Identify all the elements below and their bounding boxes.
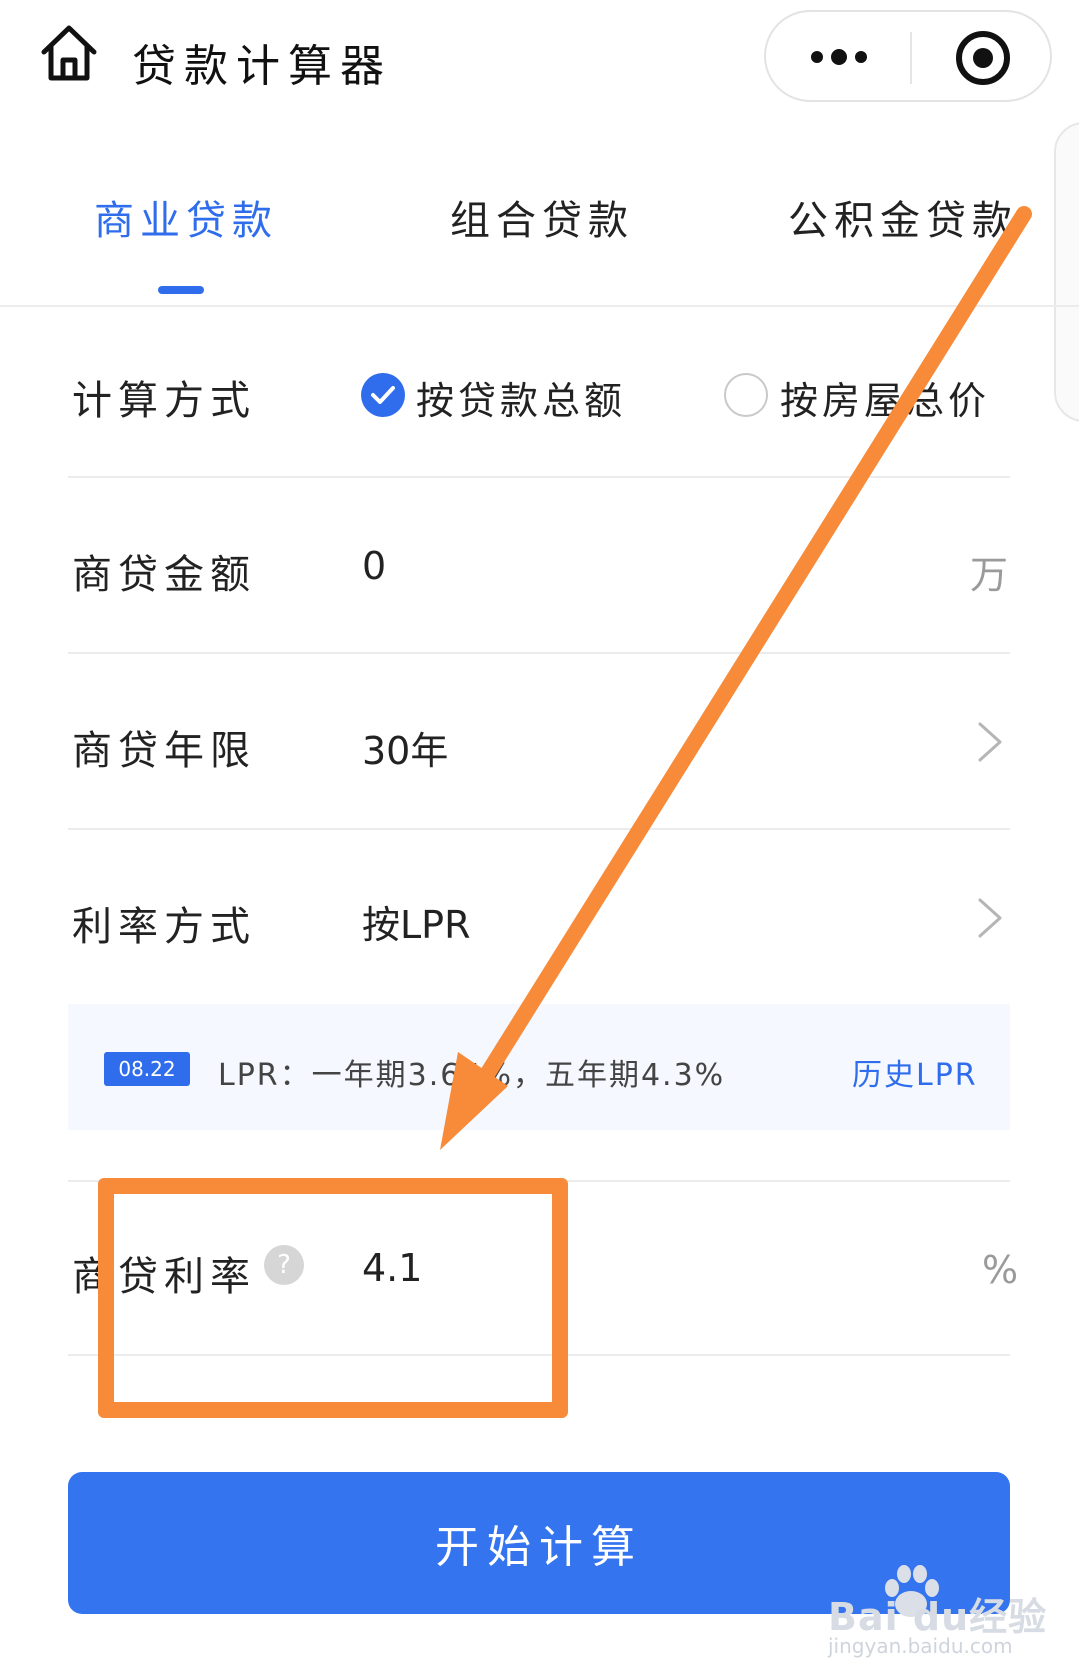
chevron-right-icon[interactable] [972,720,1006,764]
rate-mode-select[interactable]: 按LPR [362,894,471,949]
annotation-highlight-box [98,1178,568,1418]
radio-by-loan-total[interactable] [361,373,405,417]
rate-mode-label: 利率方式 [72,904,256,950]
loan-term-label: 商贷年限 [72,728,256,774]
more-dots-icon[interactable] [809,42,869,72]
annotation-arrow [440,206,1032,1150]
row-divider [68,828,1010,830]
tabs-divider [0,305,1079,307]
loan-amount-input[interactable]: 0 [362,544,386,588]
lpr-info-box: 08.22 LPR：一年期3.65%，五年期4.3% 历史LPR [68,1004,1010,1130]
option-by-house-price[interactable]: 按房屋总价 [780,370,990,425]
calc-method-label: 计算方式 [72,378,256,424]
loan-amount-label: 商贷金额 [72,552,256,598]
lpr-rates-text: LPR：一年期3.65%，五年期4.3% [218,1058,726,1093]
watermark-url: jingyan.baidu.com [828,1634,1013,1658]
edge-floating-panel [1054,122,1079,422]
lpr-date-badge: 08.22 [104,1052,190,1086]
capsule-divider [910,32,912,84]
row-divider [68,652,1010,654]
amount-unit: 万 [970,553,1009,597]
watermark-logo: Bai du经验 [828,1595,1048,1639]
miniprogram-capsule [764,10,1052,102]
chevron-right-icon[interactable] [972,896,1006,940]
loan-term-select[interactable]: 30年 [362,720,448,775]
history-lpr-link[interactable]: 历史LPR [852,1050,978,1094]
tab-provident-fund-loan[interactable]: 公积金贷款 [788,188,1018,246]
row-divider [68,476,1010,478]
option-by-loan-total[interactable]: 按贷款总额 [416,370,626,425]
page-title: 贷款计算器 [132,41,392,92]
rate-unit: % [982,1248,1019,1292]
radio-by-house-price[interactable] [724,373,768,417]
home-icon[interactable] [38,22,100,84]
check-icon [371,386,395,404]
close-target-icon[interactable] [953,28,1013,88]
tab-commercial-loan[interactable]: 商业贷款 [94,188,278,246]
active-tab-indicator [158,286,204,294]
tab-combined-loan[interactable]: 组合贷款 [450,188,634,246]
